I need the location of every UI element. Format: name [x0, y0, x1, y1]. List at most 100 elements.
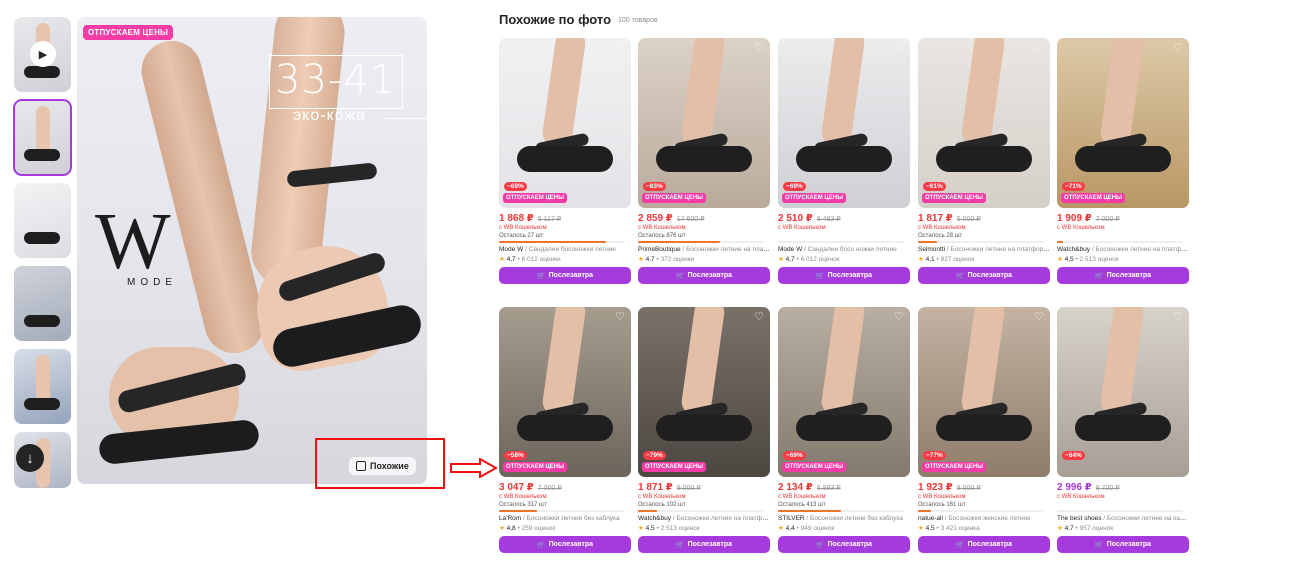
stock-text [1057, 502, 1189, 509]
heart-icon[interactable]: ♡ [893, 311, 905, 323]
stock-text: Осталось 27 шт [499, 233, 544, 239]
decorative-line [385, 118, 427, 119]
star-icon: ★ [499, 256, 505, 263]
product-image[interactable]: ♡ −69% ОТПУСКАЕМ ЦЕНЫ [778, 307, 910, 477]
rating-value: 4,7 [785, 256, 795, 263]
rating: ★ 4,8 • 259 оценок [499, 525, 556, 532]
product-name[interactable]: natue-all / Босоножки женские летние [918, 515, 1050, 522]
stock-bar [778, 241, 904, 243]
product-card[interactable]: ♡ −71% ОТПУСКАЕМ ЦЕНЫ 1 909 ₽ 7 000 ₽ с … [1057, 38, 1189, 284]
product-name[interactable]: STILVER / Босоножки летние без каблука [778, 515, 910, 522]
cart-icon: 🛒 [815, 541, 825, 549]
reviews-count: 6 012 оценки [521, 256, 561, 263]
product-brand: natue-all [918, 515, 943, 522]
delivery-button[interactable]: 🛒 Послезавтра [499, 267, 631, 284]
delivery-button-label: Послезавтра [548, 272, 594, 279]
product-image[interactable]: ♡ −79% ОТПУСКАЕМ ЦЕНЫ [638, 307, 770, 477]
rating: ★ 4,7 • 957 оценок [1057, 525, 1114, 532]
star-icon: ★ [638, 525, 644, 532]
promo-badge: ОТПУСКАЕМ ЦЕНЫ [1061, 193, 1125, 203]
product-image[interactable]: ♡ −64% [1057, 307, 1189, 477]
stock-bar [1057, 510, 1183, 512]
product-name[interactable]: Mode W / Сандалии босоножки летние [499, 246, 631, 253]
heart-icon[interactable]: ♡ [1033, 42, 1045, 54]
product-name[interactable]: Selmontti / Босоножки летние на платформ… [918, 246, 1050, 253]
delivery-button[interactable]: 🛒 Послезавтра [638, 536, 770, 553]
wallet-label: с WB Кошельком [638, 225, 686, 231]
heart-icon[interactable]: ♡ [1172, 42, 1184, 54]
rating: ★ 4,5 • 2 513 оценок [638, 525, 700, 532]
thumbnail-video[interactable]: ▶ [14, 17, 71, 92]
delivery-button[interactable]: 🛒 Послезавтра [1057, 536, 1189, 553]
product-card[interactable]: ♡ −69% ОТПУСКАЕМ ЦЕНЫ 2 134 ₽ 6 993 ₽ с … [778, 307, 910, 553]
old-price: 17 600 ₽ [676, 216, 705, 223]
product-name[interactable]: PrimeBoutique / Босоножки летние на плат… [638, 246, 770, 253]
product-name[interactable]: Watch&buy / Босоножки летние на платформ… [638, 515, 770, 522]
product-card[interactable]: ♡ −64% 2 996 ₽ 8 700 ₽ с WB Кошельком Th… [1057, 307, 1189, 553]
thumbnail[interactable] [14, 266, 71, 341]
thumbnail[interactable] [14, 183, 71, 258]
price: 2 510 ₽ [778, 213, 813, 224]
rating-value: 4,7 [506, 256, 516, 263]
heart-icon[interactable]: ♡ [893, 42, 905, 54]
delivery-button-label: Послезавтра [827, 272, 873, 279]
heart-icon[interactable]: ♡ [753, 311, 765, 323]
stock-bar [918, 510, 1044, 512]
delivery-button[interactable]: 🛒 Послезавтра [778, 536, 910, 553]
product-card[interactable]: ♡ −77% ОТПУСКАЕМ ЦЕНЫ 1 923 ₽ 8 000 ₽ с … [918, 307, 1050, 553]
rating-value: 4,1 [925, 256, 935, 263]
product-name[interactable]: Watch&buy / Босоножки летние на платформ… [1057, 246, 1189, 253]
product-card[interactable]: ♡ −58% ОТПУСКАЕМ ЦЕНЫ 3 047 ₽ 7 000 ₽ с … [499, 307, 631, 553]
rating: ★ 4,5 • 3 421 оценка [918, 525, 980, 532]
heart-icon[interactable]: ♡ [1172, 311, 1184, 323]
product-image[interactable]: ♡ −77% ОТПУСКАЕМ ЦЕНЫ [918, 307, 1050, 477]
product-name[interactable]: The best shoes / Босоножки летние на каб… [1057, 515, 1189, 522]
delivery-button[interactable]: 🛒 Послезавтра [499, 536, 631, 553]
star-icon: ★ [918, 256, 924, 263]
wallet-label: с WB Кошельком [918, 225, 966, 231]
product-brand: Watch&buy [1057, 246, 1090, 253]
rating-value: 4,7 [645, 256, 655, 263]
product-card[interactable]: ♡ −79% ОТПУСКАЕМ ЦЕНЫ 1 871 ₽ 9 000 ₽ с … [638, 307, 770, 553]
delivery-button-label: Послезавтра [548, 541, 594, 548]
heart-icon[interactable]: ♡ [753, 42, 765, 54]
product-title: Босоножки летние без каблука [810, 515, 904, 522]
main-product-image[interactable]: ОТПУСКАЕМ ЦЕНЫ 33-41 эко-кожа W MODE Пох… [77, 17, 427, 484]
product-image[interactable]: ♡ −83% ОТПУСКАЕМ ЦЕНЫ [638, 38, 770, 208]
delivery-button[interactable]: 🛒 Послезавтра [918, 536, 1050, 553]
product-image[interactable]: ♡ −69% ОТПУСКАЕМ ЦЕНЫ [778, 38, 910, 208]
heart-icon[interactable]: ♡ [614, 311, 626, 323]
product-image[interactable]: ♡ −71% ОТПУСКАЕМ ЦЕНЫ [1057, 38, 1189, 208]
heart-icon[interactable]: ♡ [614, 42, 626, 54]
product-image[interactable]: ♡ −68% ОТПУСКАЕМ ЦЕНЫ [499, 38, 631, 208]
product-name[interactable]: Mode W / Сандалии босо ножки летние [778, 246, 910, 253]
promo-badge: ОТПУСКАЕМ ЦЕНЫ [922, 462, 986, 472]
product-name[interactable]: La'Rom / Босоножки летние без каблука [499, 515, 631, 522]
delivery-button[interactable]: 🛒 Послезавтра [918, 267, 1050, 284]
product-title: Босоножки летние на каблуке [1106, 515, 1189, 522]
price: 1 868 ₽ [499, 213, 534, 224]
product-card[interactable]: ♡ −61% ОТПУСКАЕМ ЦЕНЫ 1 817 ₽ 5 000 ₽ с … [918, 38, 1050, 284]
delivery-button[interactable]: 🛒 Послезавтра [778, 267, 910, 284]
scroll-down-arrow-icon[interactable]: ↓ [16, 444, 44, 472]
heart-icon[interactable]: ♡ [1033, 311, 1045, 323]
product-card[interactable]: ♡ −68% ОТПУСКАЕМ ЦЕНЫ 1 868 ₽ 6 117 ₽ с … [499, 38, 631, 284]
price: 2 859 ₽ [638, 213, 673, 224]
star-icon: ★ [918, 525, 924, 532]
delivery-button[interactable]: 🛒 Послезавтра [638, 267, 770, 284]
delivery-button[interactable]: 🛒 Послезавтра [1057, 267, 1189, 284]
promo-badge: ОТПУСКАЕМ ЦЕНЫ [642, 193, 706, 203]
play-icon[interactable]: ▶ [30, 41, 56, 67]
stock-text: Осталось 161 шт [918, 502, 966, 508]
thumbnail[interactable] [14, 349, 71, 424]
stock-text: Осталось 876 шт [638, 233, 686, 239]
delivery-button-label: Послезавтра [827, 541, 873, 548]
annotation-arrow-icon [450, 458, 498, 478]
product-image[interactable]: ♡ −61% ОТПУСКАЕМ ЦЕНЫ [918, 38, 1050, 208]
product-card[interactable]: ♡ −83% ОТПУСКАЕМ ЦЕНЫ 2 859 ₽ 17 600 ₽ с… [638, 38, 770, 284]
product-card[interactable]: ♡ −69% ОТПУСКАЕМ ЦЕНЫ 2 510 ₽ 8 483 ₽ с … [778, 38, 910, 284]
thumbnail-selected[interactable] [13, 99, 72, 176]
delivery-button-label: Послезавтра [687, 272, 733, 279]
product-image[interactable]: ♡ −58% ОТПУСКАЕМ ЦЕНЫ [499, 307, 631, 477]
stock-text: Осталось 317 шт [499, 502, 547, 508]
